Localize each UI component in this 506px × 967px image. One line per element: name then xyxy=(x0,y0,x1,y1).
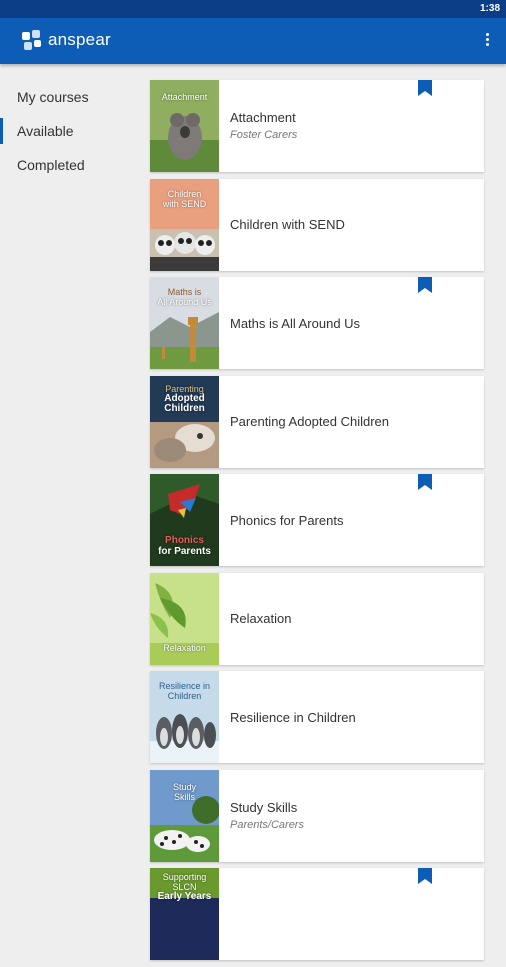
sidebar: My courses Available Completed xyxy=(0,80,140,182)
course-card-attachment[interactable]: Attachment Attachment Foster Carers xyxy=(150,80,484,172)
course-info: Attachment Foster Carers xyxy=(230,80,474,172)
thumb-text: with SEND xyxy=(162,198,207,209)
course-info xyxy=(230,868,474,960)
course-thumbnail: Phonics for Parents xyxy=(150,474,219,566)
course-info: Phonics for Parents xyxy=(230,474,474,566)
course-thumbnail: Supporting SLCN Early Years xyxy=(150,868,219,960)
course-info: Children with SEND xyxy=(230,179,474,271)
thumb-text: Early Years xyxy=(157,891,212,902)
course-thumbnail: Relaxation xyxy=(150,572,219,665)
thumb-text: Children xyxy=(167,691,202,701)
bookmark-icon[interactable] xyxy=(418,868,432,884)
thumb-text: Supporting xyxy=(162,872,207,882)
course-card-maths-is-all-around-us[interactable]: Maths is All Around Us Maths is All Arou… xyxy=(150,277,484,369)
thumb-text: Relaxation xyxy=(163,642,206,653)
sidebar-item-label: Completed xyxy=(17,157,85,173)
bookmark-icon[interactable] xyxy=(418,474,432,490)
bookmark-icon[interactable] xyxy=(418,80,432,96)
course-info: Maths is All Around Us xyxy=(230,277,474,369)
course-title: Maths is All Around Us xyxy=(230,315,361,331)
thumb-text: Study xyxy=(172,781,196,792)
thumb-text: Parenting xyxy=(165,383,204,394)
sidebar-item-my-courses[interactable]: My courses xyxy=(0,80,140,114)
thumb-text: Attachment xyxy=(161,92,208,102)
thumb-text: Children xyxy=(164,402,205,414)
course-card-phonics-for-parents[interactable]: Phonics for Parents Phonics for Parents xyxy=(150,474,484,566)
course-card-parenting-adopted-children[interactable]: Parenting Adopted Children Parenting Ado… xyxy=(150,375,484,468)
course-subtitle: Foster Carers xyxy=(230,129,298,141)
sidebar-item-available[interactable]: Available xyxy=(0,114,140,148)
course-title: Relaxation xyxy=(230,611,292,626)
sidebar-item-label: Available xyxy=(17,123,74,139)
course-title: Parenting Adopted Children xyxy=(230,414,390,429)
bookmark-icon[interactable] xyxy=(418,277,432,293)
course-info: Relaxation xyxy=(230,573,474,665)
status-time: 1:38 xyxy=(479,3,500,14)
course-thumbnail: Resilience in Children xyxy=(150,671,219,763)
thumb-text: All Around Us xyxy=(157,297,212,307)
thumb-text: Skills xyxy=(173,791,195,802)
app-bar: anspear xyxy=(0,18,506,64)
thumb-text: Resilience in xyxy=(158,681,211,691)
course-info: Study Skills Parents/Carers xyxy=(230,770,474,862)
course-thumbnail: Parenting Adopted Children xyxy=(150,375,219,468)
sidebar-item-completed[interactable]: Completed xyxy=(0,148,140,182)
status-bar: 1:38 xyxy=(0,0,506,18)
course-title: Study Skills xyxy=(230,799,298,815)
course-title: Resilience in Children xyxy=(230,709,356,725)
sidebar-item-label: My courses xyxy=(17,89,89,105)
thumb-text: Phonics xyxy=(165,535,204,546)
course-title: Attachment xyxy=(230,110,296,125)
course-thumbnail: Maths is All Around Us xyxy=(150,277,219,369)
overflow-menu-icon[interactable] xyxy=(482,31,492,51)
thumb-text: for Parents xyxy=(158,546,211,557)
course-info: Resilience in Children xyxy=(230,671,474,763)
course-title: Phonics for Parents xyxy=(230,512,344,528)
course-list: Attachment Attachment Foster Carers Chil… xyxy=(150,80,484,967)
course-card-children-with-send[interactable]: Children with SEND Children with SEND xyxy=(150,178,484,271)
course-card-relaxation[interactable]: Relaxation Relaxation xyxy=(150,572,484,665)
course-info: Parenting Adopted Children xyxy=(230,376,474,468)
course-thumbnail: Children with SEND xyxy=(150,178,219,271)
brand-name: anspear xyxy=(48,30,111,49)
anspear-logo-icon xyxy=(22,30,41,50)
thumb-text: Adopted xyxy=(164,392,205,404)
thumb-text: Children xyxy=(167,188,202,199)
thumb-text: Maths is xyxy=(167,287,202,297)
course-thumbnail: Attachment xyxy=(150,80,219,172)
course-card-study-skills[interactable]: Study Skills Study Skills Parents/Carers xyxy=(150,769,484,862)
course-thumbnail: Study Skills xyxy=(150,769,219,862)
course-card-resilience-in-children[interactable]: Resilience in Children Resilience in Chi… xyxy=(150,671,484,763)
course-subtitle: Parents/Carers xyxy=(230,818,304,831)
course-title: Children with SEND xyxy=(230,217,345,232)
course-card-supporting-slcn[interactable]: Supporting SLCN Early Years xyxy=(150,868,484,960)
